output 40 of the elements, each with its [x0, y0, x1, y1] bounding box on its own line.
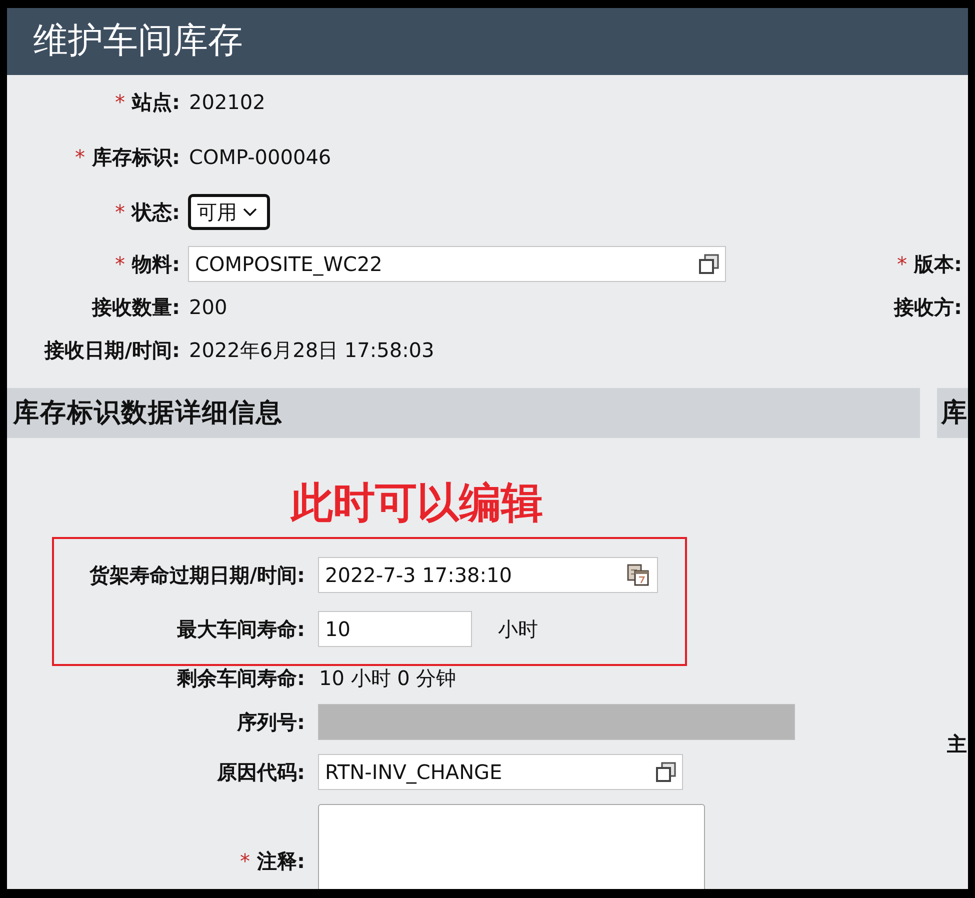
field-label: 最大车间寿命: — [177, 617, 305, 641]
field-label: 货架寿命过期日期/时间: — [90, 563, 305, 587]
required-mark: * — [115, 252, 125, 276]
field-label: 剩余车间寿命: — [177, 666, 305, 690]
required-mark: * — [115, 200, 125, 224]
lookup-field[interactable]: RTN-INV_CHANGE — [318, 754, 683, 790]
status-dropdown[interactable]: 可用 — [188, 194, 270, 230]
chevron-down-icon — [243, 208, 257, 216]
field-label: 序列号: — [237, 710, 305, 734]
field-label: 状态: — [132, 200, 180, 224]
field-label: 库存标识: — [92, 145, 180, 169]
field-value: 202102 — [188, 90, 266, 114]
field-label: 主 — [947, 732, 967, 756]
field-value: 200 — [188, 295, 228, 319]
input-field[interactable]: 10 — [318, 611, 472, 647]
copy-icon[interactable] — [656, 762, 676, 782]
field-value: 2022年6月28日 17:58:03 — [188, 338, 434, 362]
field-label: 站点: — [132, 90, 180, 114]
field-label: 物料: — [132, 252, 180, 276]
field-label: 注释: — [257, 849, 305, 873]
field-value: 10 小时 0 分钟 — [318, 666, 456, 690]
field-label: 原因代码: — [217, 760, 305, 784]
section-title: 库 — [941, 398, 967, 428]
section-title: 库存标识数据详细信息 — [13, 398, 283, 428]
field-label: 接收数量: — [92, 295, 180, 319]
lookup-field[interactable]: COMPOSITE_WC22 — [188, 246, 726, 282]
date-field[interactable]: 2022-7-3 17:38:10 — [318, 557, 658, 593]
field-label: 接收方: — [894, 295, 962, 319]
annotation-text: 此时可以编辑 — [291, 478, 543, 527]
required-mark: * — [897, 252, 907, 276]
page-title: 维护车间库存 — [33, 22, 243, 61]
copy-icon[interactable] — [699, 254, 719, 274]
required-mark: * — [240, 849, 250, 873]
unit-label: 小时 — [498, 617, 538, 641]
required-mark: * — [75, 145, 85, 169]
field-value: COMP-000046 — [188, 145, 332, 169]
calendar-icon[interactable] — [627, 564, 649, 586]
required-mark: * — [115, 90, 125, 114]
field-label: 版本: — [914, 252, 962, 276]
field-label: 接收日期/时间: — [44, 338, 180, 362]
